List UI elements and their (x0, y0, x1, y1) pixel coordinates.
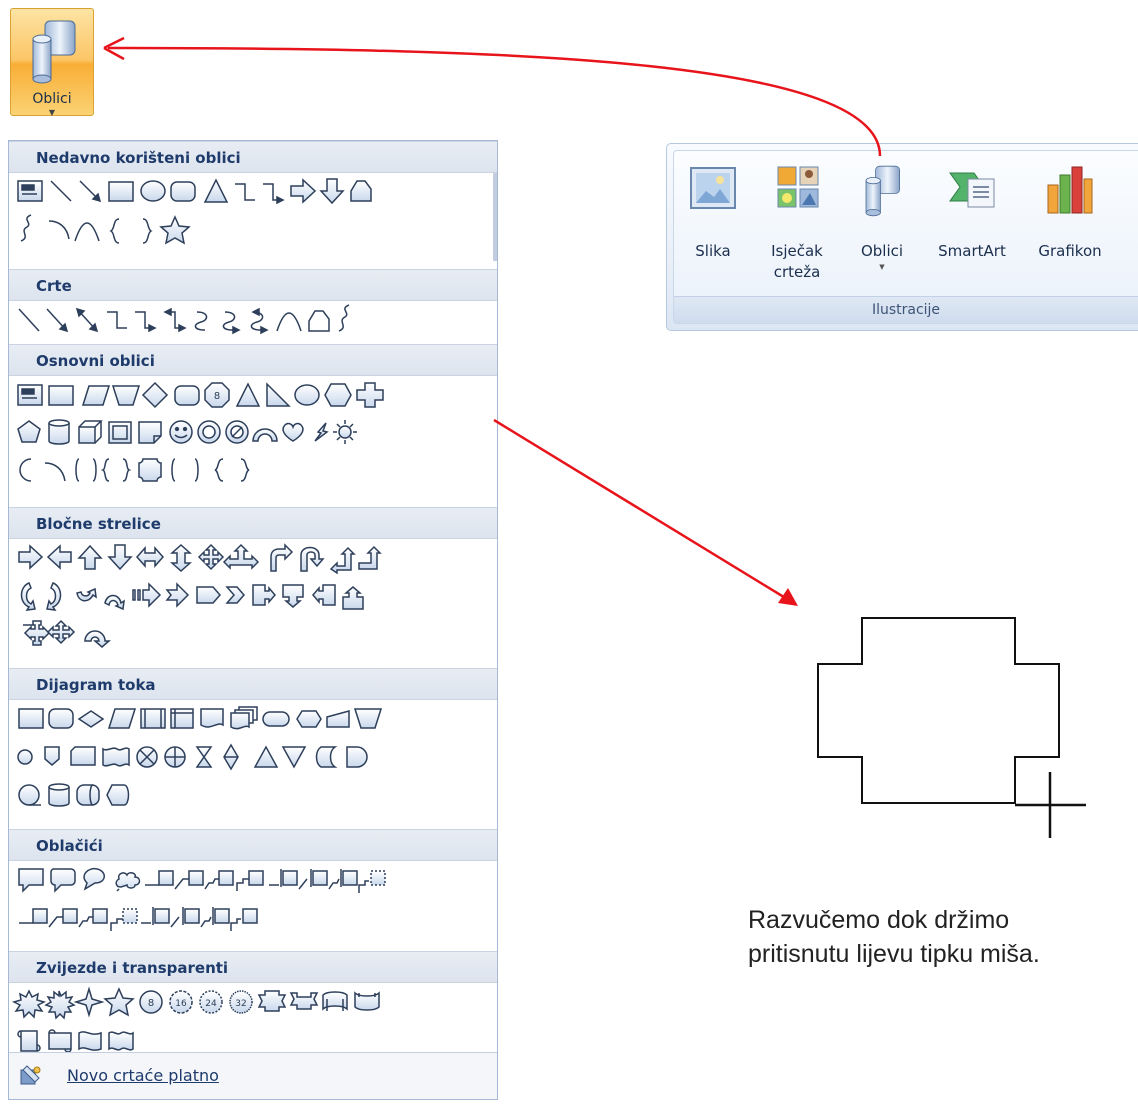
annotation-arrow-to-drawn-shape (493, 418, 793, 604)
instruction-line-1: Razvučemo dok držimo (748, 906, 1010, 934)
annotation-arrow-to-shapes-button (107, 46, 882, 157)
instruction-text: Razvučemo dok držimo pritisnutu lijevu t… (748, 903, 1128, 971)
drawn-cross-shape (817, 617, 1060, 804)
instruction-line-2: pritisnutu lijevu tipku miša. (748, 940, 1040, 968)
annotation-arrowhead (778, 588, 798, 606)
crosshair-cursor-icon (1015, 772, 1086, 838)
